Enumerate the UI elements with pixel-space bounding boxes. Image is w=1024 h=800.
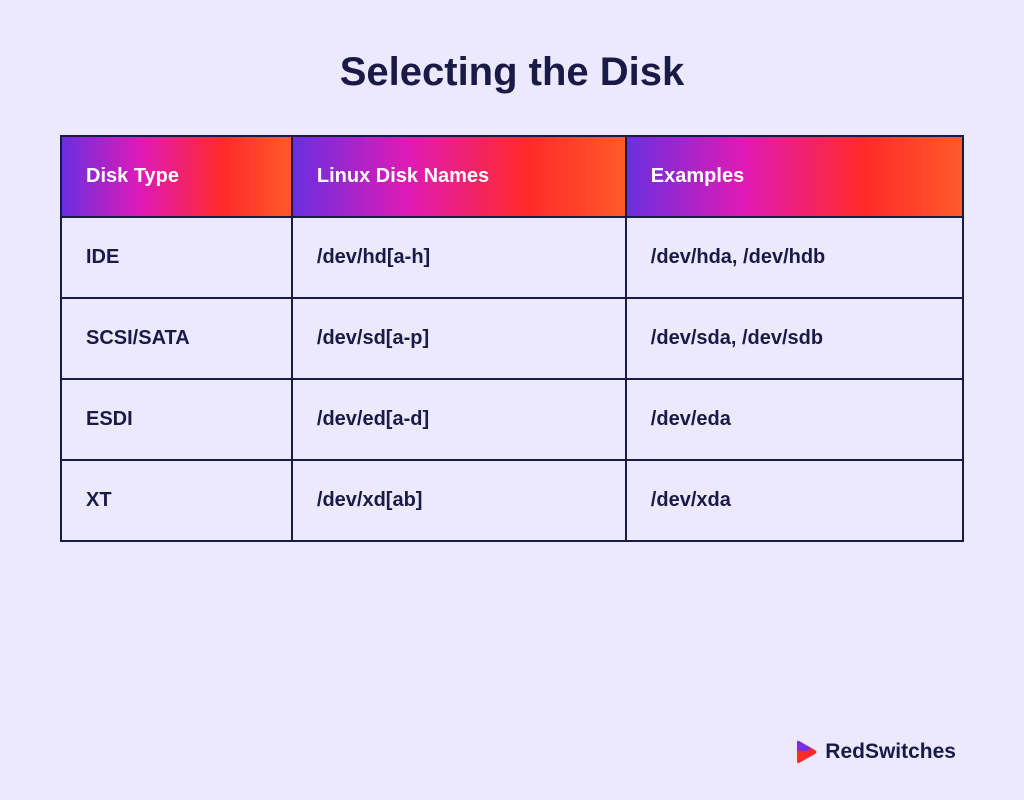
cell-examples: /dev/hda, /dev/hdb (626, 217, 963, 298)
cell-disk-type: IDE (61, 217, 292, 298)
brand-name: RedSwitches (825, 740, 956, 764)
cell-disk-type: XT (61, 460, 292, 541)
table-row: SCSI/SATA /dev/sd[a-p] /dev/sda, /dev/sd… (61, 298, 963, 379)
cell-examples: /dev/eda (626, 379, 963, 460)
header-examples: Examples (626, 136, 963, 217)
table-row: ESDI /dev/ed[a-d] /dev/eda (61, 379, 963, 460)
brand-logo: RedSwitches (797, 740, 956, 764)
cell-linux-names: /dev/sd[a-p] (292, 298, 626, 379)
header-linux-names: Linux Disk Names (292, 136, 626, 217)
cell-examples: /dev/xda (626, 460, 963, 541)
page-title: Selecting the Disk (60, 50, 964, 95)
cell-linux-names: /dev/hd[a-h] (292, 217, 626, 298)
disk-table: Disk Type Linux Disk Names Examples IDE … (60, 135, 964, 542)
table-row: IDE /dev/hd[a-h] /dev/hda, /dev/hdb (61, 217, 963, 298)
cell-disk-type: SCSI/SATA (61, 298, 292, 379)
header-disk-type: Disk Type (61, 136, 292, 217)
table-row: XT /dev/xd[ab] /dev/xda (61, 460, 963, 541)
table-header-row: Disk Type Linux Disk Names Examples (61, 136, 963, 217)
cell-examples: /dev/sda, /dev/sdb (626, 298, 963, 379)
cell-linux-names: /dev/ed[a-d] (292, 379, 626, 460)
cell-disk-type: ESDI (61, 379, 292, 460)
play-icon (797, 740, 819, 764)
cell-linux-names: /dev/xd[ab] (292, 460, 626, 541)
